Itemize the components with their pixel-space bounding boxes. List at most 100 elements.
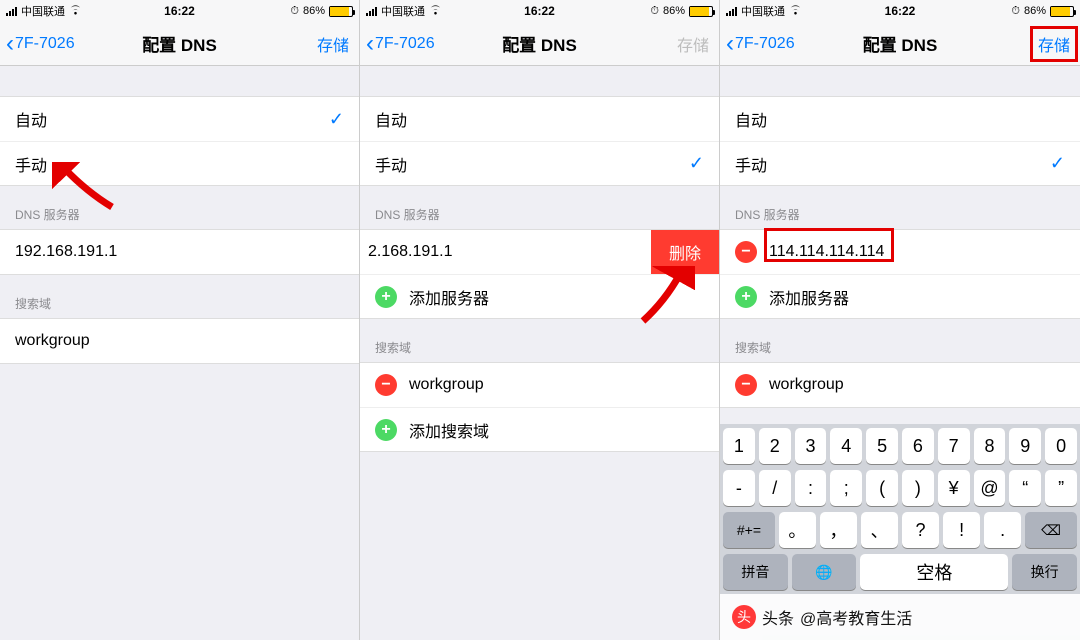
dns-header: DNS 服务器 [720,186,1080,229]
add-server-row[interactable]: + 添加服务器 [360,274,719,318]
option-auto[interactable]: 自动 [360,97,719,141]
dns-entry[interactable]: 192.168.191.1 [0,230,359,274]
option-manual[interactable]: 手动 [0,141,359,185]
battery-icon [689,6,713,17]
search-header: 搜索域 [0,275,359,318]
add-server-label: 添加服务器 [409,285,489,309]
carrier-label: 中国联通 [21,3,65,19]
page-title: 配置 DNS [863,31,938,56]
key-mode[interactable]: 拼音 [723,554,788,590]
check-icon: ✓ [689,153,704,174]
key[interactable]: ， [820,512,857,548]
back-label: 7F-7026 [15,35,75,53]
search-header: 搜索域 [720,319,1080,362]
alarm-icon: ⏱ [290,5,299,18]
page-title: 配置 DNS [502,31,577,56]
key[interactable]: 7 [938,428,970,464]
key[interactable]: ¥ [938,470,970,506]
key[interactable]: 6 [902,428,934,464]
search-domain-value: workgroup [15,332,90,350]
clock: 16:22 [885,4,916,18]
key[interactable]: - [723,470,755,506]
key-backspace[interactable]: ⌫ [1025,512,1077,548]
add-search-label: 添加搜索域 [409,418,489,442]
key[interactable]: : [795,470,827,506]
key[interactable]: 9 [1009,428,1041,464]
search-group: workgroup [0,318,359,364]
search-domain-value: workgroup [409,376,484,394]
dns-entry-swiped[interactable]: 2.168.191.1 删除 [360,230,719,274]
back-button[interactable]: ‹ 7F-7026 [366,32,435,56]
key[interactable]: 0 [1045,428,1077,464]
dns-header: DNS 服务器 [360,186,719,229]
option-manual-label: 手动 [375,152,407,176]
option-auto[interactable]: 自动 [720,97,1080,141]
key-shift[interactable]: #+= [723,512,775,548]
key[interactable]: 。 [779,512,816,548]
key[interactable]: / [759,470,791,506]
save-button[interactable]: 存储 [317,32,349,56]
save-button[interactable]: 存储 [677,32,709,56]
key[interactable]: “ [1009,470,1041,506]
back-label: 7F-7026 [375,35,435,53]
key[interactable]: ” [1045,470,1077,506]
option-auto-label: 自动 [375,107,407,131]
option-manual[interactable]: 手动 ✓ [360,141,719,185]
back-button[interactable]: ‹ 7F-7026 [726,32,795,56]
key[interactable]: 3 [795,428,827,464]
dns-group: − 114.114.114.114 + 添加服务器 [720,229,1080,319]
minus-icon[interactable]: − [735,241,757,263]
key[interactable]: . [984,512,1021,548]
key[interactable]: 、 [861,512,898,548]
minus-icon[interactable]: − [375,374,397,396]
wifi-icon [429,5,442,18]
search-domain-entry[interactable]: − workgroup [360,363,719,407]
key[interactable]: ( [866,470,898,506]
key[interactable]: @ [974,470,1006,506]
status-bar: 中国联通 16:22 ⏱ 86% [720,0,1080,22]
back-label: 7F-7026 [735,35,795,53]
status-bar: 中国联通 16:22 ⏱ 86% [360,0,719,22]
search-domain-value: workgroup [769,376,844,394]
key-space[interactable]: 空格 [860,554,1008,590]
add-search-row[interactable]: + 添加搜索域 [360,407,719,451]
key[interactable]: ) [902,470,934,506]
key[interactable]: ; [830,470,862,506]
key[interactable]: 4 [830,428,862,464]
key[interactable]: ! [943,512,980,548]
search-group: − workgroup [720,362,1080,408]
key[interactable]: 2 [759,428,791,464]
option-auto-label: 自动 [15,107,47,131]
clock: 16:22 [164,4,195,18]
option-auto[interactable]: 自动 ✓ [0,97,359,141]
search-domain-entry[interactable]: − workgroup [720,363,1080,407]
key-globe[interactable]: 🌐 [792,554,857,590]
avatar-icon: 头 [732,605,756,629]
dns-header: DNS 服务器 [0,186,359,229]
delete-button[interactable]: 删除 [651,230,719,274]
alarm-icon: ⏱ [1011,5,1020,18]
dns-ip-value: 2.168.191.1 [360,243,453,261]
mode-group: 自动 手动 ✓ [360,96,719,186]
dns-entry[interactable]: − 114.114.114.114 [720,230,1080,274]
status-bar: 中国联通 16:22 ⏱ 86% [0,0,359,22]
page-title: 配置 DNS [142,31,217,56]
add-server-row[interactable]: + 添加服务器 [720,274,1080,318]
back-button[interactable]: ‹ 7F-7026 [6,32,75,56]
key[interactable]: 5 [866,428,898,464]
signal-icon [366,7,377,16]
option-manual-label: 手动 [735,152,767,176]
search-domain-entry[interactable]: workgroup [0,319,359,363]
key[interactable]: ? [902,512,939,548]
nav-bar: ‹ 7F-7026 配置 DNS 存储 [0,22,359,66]
wifi-icon [789,5,802,18]
wifi-icon [69,5,82,18]
key[interactable]: 8 [974,428,1006,464]
chevron-left-icon: ‹ [366,32,374,56]
search-header: 搜索域 [360,319,719,362]
save-button[interactable]: 存储 [1038,32,1070,56]
option-manual[interactable]: 手动 ✓ [720,141,1080,185]
key[interactable]: 1 [723,428,755,464]
minus-icon[interactable]: − [735,374,757,396]
key-return[interactable]: 换行 [1012,554,1077,590]
